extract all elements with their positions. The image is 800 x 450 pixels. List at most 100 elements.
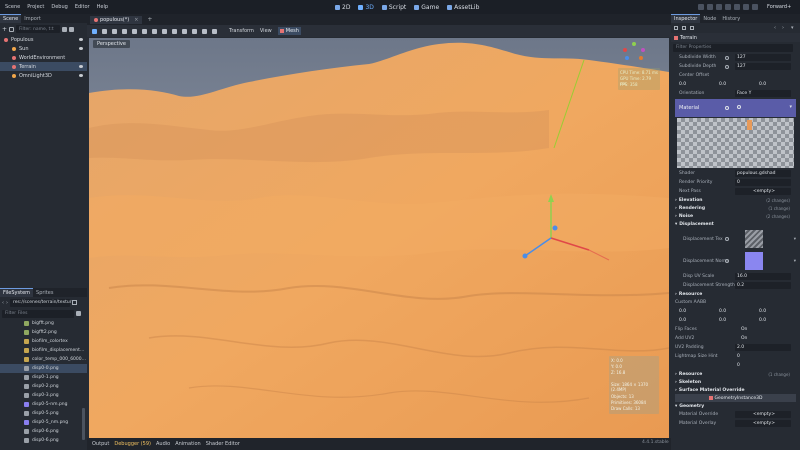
dropdown-icon[interactable]: ▾ (794, 259, 796, 264)
file-item[interactable]: disp0-5_nm.png (0, 418, 87, 427)
lightmap-y[interactable]: 0 (737, 363, 740, 368)
workspace-game[interactable]: Game (414, 4, 439, 11)
snap-icon[interactable] (182, 28, 187, 34)
mesh-menu[interactable]: Mesh (277, 27, 301, 35)
lock-icon[interactable] (142, 28, 147, 34)
section-surface-material-override[interactable]: › Surface Material Override (671, 386, 800, 394)
displacement-strength-field[interactable]: 0.2 (735, 282, 791, 289)
renderer-select[interactable]: Forward+ (767, 4, 791, 10)
tree-node[interactable]: Populous (0, 35, 87, 44)
play-custom-icon[interactable] (743, 4, 749, 10)
aabb-w[interactable]: 0.0 (679, 318, 686, 323)
menu-item[interactable]: Scene (5, 4, 20, 10)
sun-preview-icon[interactable] (192, 28, 197, 34)
scene-options-icon[interactable] (69, 26, 74, 32)
prop-displacement-norm[interactable]: Displacement Norm ▾ (671, 250, 800, 272)
visibility-icon[interactable] (79, 47, 83, 50)
prop-next-pass[interactable]: Next Pass <empty> (671, 187, 800, 196)
move-tool-icon[interactable] (102, 28, 107, 34)
history-back-icon[interactable]: ‹ (774, 25, 776, 31)
script-icon[interactable] (62, 26, 67, 32)
reset-icon[interactable] (725, 259, 729, 263)
file-item[interactable]: biofilm_displacement... (0, 346, 87, 355)
section-geometry[interactable]: ▾ Geometry (671, 402, 800, 410)
material-overlay-field[interactable]: <empty> (735, 420, 791, 427)
lightmap-x[interactable]: 0 (737, 354, 740, 359)
save-resource-icon[interactable] (690, 26, 694, 30)
bottom-tab[interactable]: Debugger (59) (114, 441, 151, 447)
workspace-3d[interactable]: 3D (358, 4, 374, 11)
selectable-tool-icon[interactable] (132, 28, 137, 34)
bottom-tab[interactable]: Output (92, 441, 109, 447)
menu-item[interactable]: Debug (51, 4, 67, 10)
bottom-tab[interactable]: Audio (156, 441, 170, 447)
file-item[interactable]: disp0-6.png (0, 427, 87, 436)
reset-icon[interactable] (725, 64, 729, 69)
displacement-tex-thumbnail[interactable] (745, 230, 763, 248)
custom-aabb-position[interactable]: 0.0 0.0 0.0 (671, 307, 800, 316)
file-item[interactable]: biofilm_colortex (0, 337, 87, 346)
tree-node[interactable]: OmniLight3D (0, 71, 87, 80)
ruler-icon[interactable] (162, 28, 167, 34)
section-displacement[interactable]: ▾ Displacement (671, 220, 800, 228)
bottom-tab[interactable]: Shader Editor (206, 441, 240, 447)
tab-import[interactable]: Import (21, 15, 44, 23)
custom-aabb-size[interactable]: 0.0 0.0 0.0 (671, 316, 800, 325)
fs-filter-input[interactable]: Filter Files (2, 309, 74, 318)
center-offset-z[interactable]: 0.0 (759, 82, 766, 87)
shader-field[interactable]: populous.gdshad (735, 170, 791, 177)
play-icon[interactable] (698, 4, 704, 10)
prop-subdivide-width[interactable]: Subdivide Width 127 (671, 53, 800, 62)
tab-filesystem[interactable]: FileSystem (0, 288, 34, 297)
material-row[interactable]: Material ▾ (675, 99, 796, 117)
transform-menu[interactable]: Transform (229, 28, 254, 34)
prop-displacement-tex[interactable]: Displacement Tex ▾ (671, 228, 800, 250)
prop-shader[interactable]: Shader populous.gdshad (671, 169, 800, 178)
prop-displacement-strength[interactable]: Displacement Strength 0.2 (671, 281, 800, 290)
scale-tool-icon[interactable] (122, 28, 127, 34)
file-item[interactable]: color_temp_000_6000... (0, 355, 87, 364)
dropdown-icon[interactable]: ▾ (789, 104, 792, 110)
subdivide-width-field[interactable]: 127 (735, 54, 791, 61)
orientation-select[interactable]: Face Y (735, 90, 791, 97)
prop-material-overlay[interactable]: Material Overlay <empty> (671, 419, 800, 428)
3d-viewport[interactable]: Perspective CPU Time: 8.71 ms GPU Time: 2… (89, 38, 669, 438)
fs-scrollbar[interactable] (82, 408, 85, 440)
aabb-d[interactable]: 0.0 (759, 318, 766, 323)
tab-sprites[interactable]: Sprites (33, 289, 56, 297)
next-pass-field[interactable]: <empty> (735, 188, 791, 195)
history-forward-icon[interactable]: › (782, 25, 784, 31)
tree-node[interactable]: WorldEnvironment (0, 53, 87, 62)
movie-maker-icon[interactable] (752, 4, 758, 10)
tree-node[interactable]: Terrain (0, 62, 87, 71)
add-node-icon[interactable]: + (2, 26, 7, 32)
file-item[interactable]: disp0-2.png (0, 382, 87, 391)
prop-material-override[interactable]: Material Override <empty> (671, 410, 800, 419)
open-resource-icon[interactable] (682, 26, 686, 30)
add-uv2-checkbox[interactable]: On (741, 336, 747, 341)
prop-add-uv2[interactable]: Add UV2 On (671, 334, 800, 343)
property-filter-input[interactable]: Filter Properties (673, 43, 793, 52)
scene-tab[interactable]: populous(*) × (90, 15, 143, 24)
aabb-y[interactable]: 0.0 (719, 309, 726, 314)
subdivide-depth-field[interactable]: 127 (735, 63, 791, 70)
disp-uv-scale-field[interactable]: 16.0 (735, 273, 791, 280)
fs-path-input[interactable]: res://scenes/terrain/textur (10, 298, 72, 307)
forward-icon[interactable]: › (6, 300, 8, 306)
normal-map-thumbnail[interactable] (745, 252, 763, 270)
uv2-padding-field[interactable]: 2.0 (735, 344, 791, 351)
local-space-icon[interactable] (172, 28, 177, 34)
shader-section[interactable]: › Elevation (2 changes) (671, 196, 800, 204)
pause-icon[interactable] (707, 4, 713, 10)
add-scene-icon[interactable]: + (147, 16, 152, 23)
visibility-icon[interactable] (79, 65, 83, 68)
view-menu[interactable]: View (260, 28, 272, 34)
prop-render-priority[interactable]: Render Priority 0 (671, 178, 800, 187)
reset-icon[interactable] (725, 237, 729, 241)
center-offset-x[interactable]: 0.0 (679, 82, 686, 87)
shader-section[interactable]: › Noise (2 changes) (671, 212, 800, 220)
prop-lightmap-size-hint-y[interactable]: 0 (671, 361, 800, 370)
render-priority-field[interactable]: 0 (735, 179, 791, 186)
back-icon[interactable]: ‹ (2, 300, 4, 306)
workspace-assetlib[interactable]: AssetLib (447, 4, 479, 11)
